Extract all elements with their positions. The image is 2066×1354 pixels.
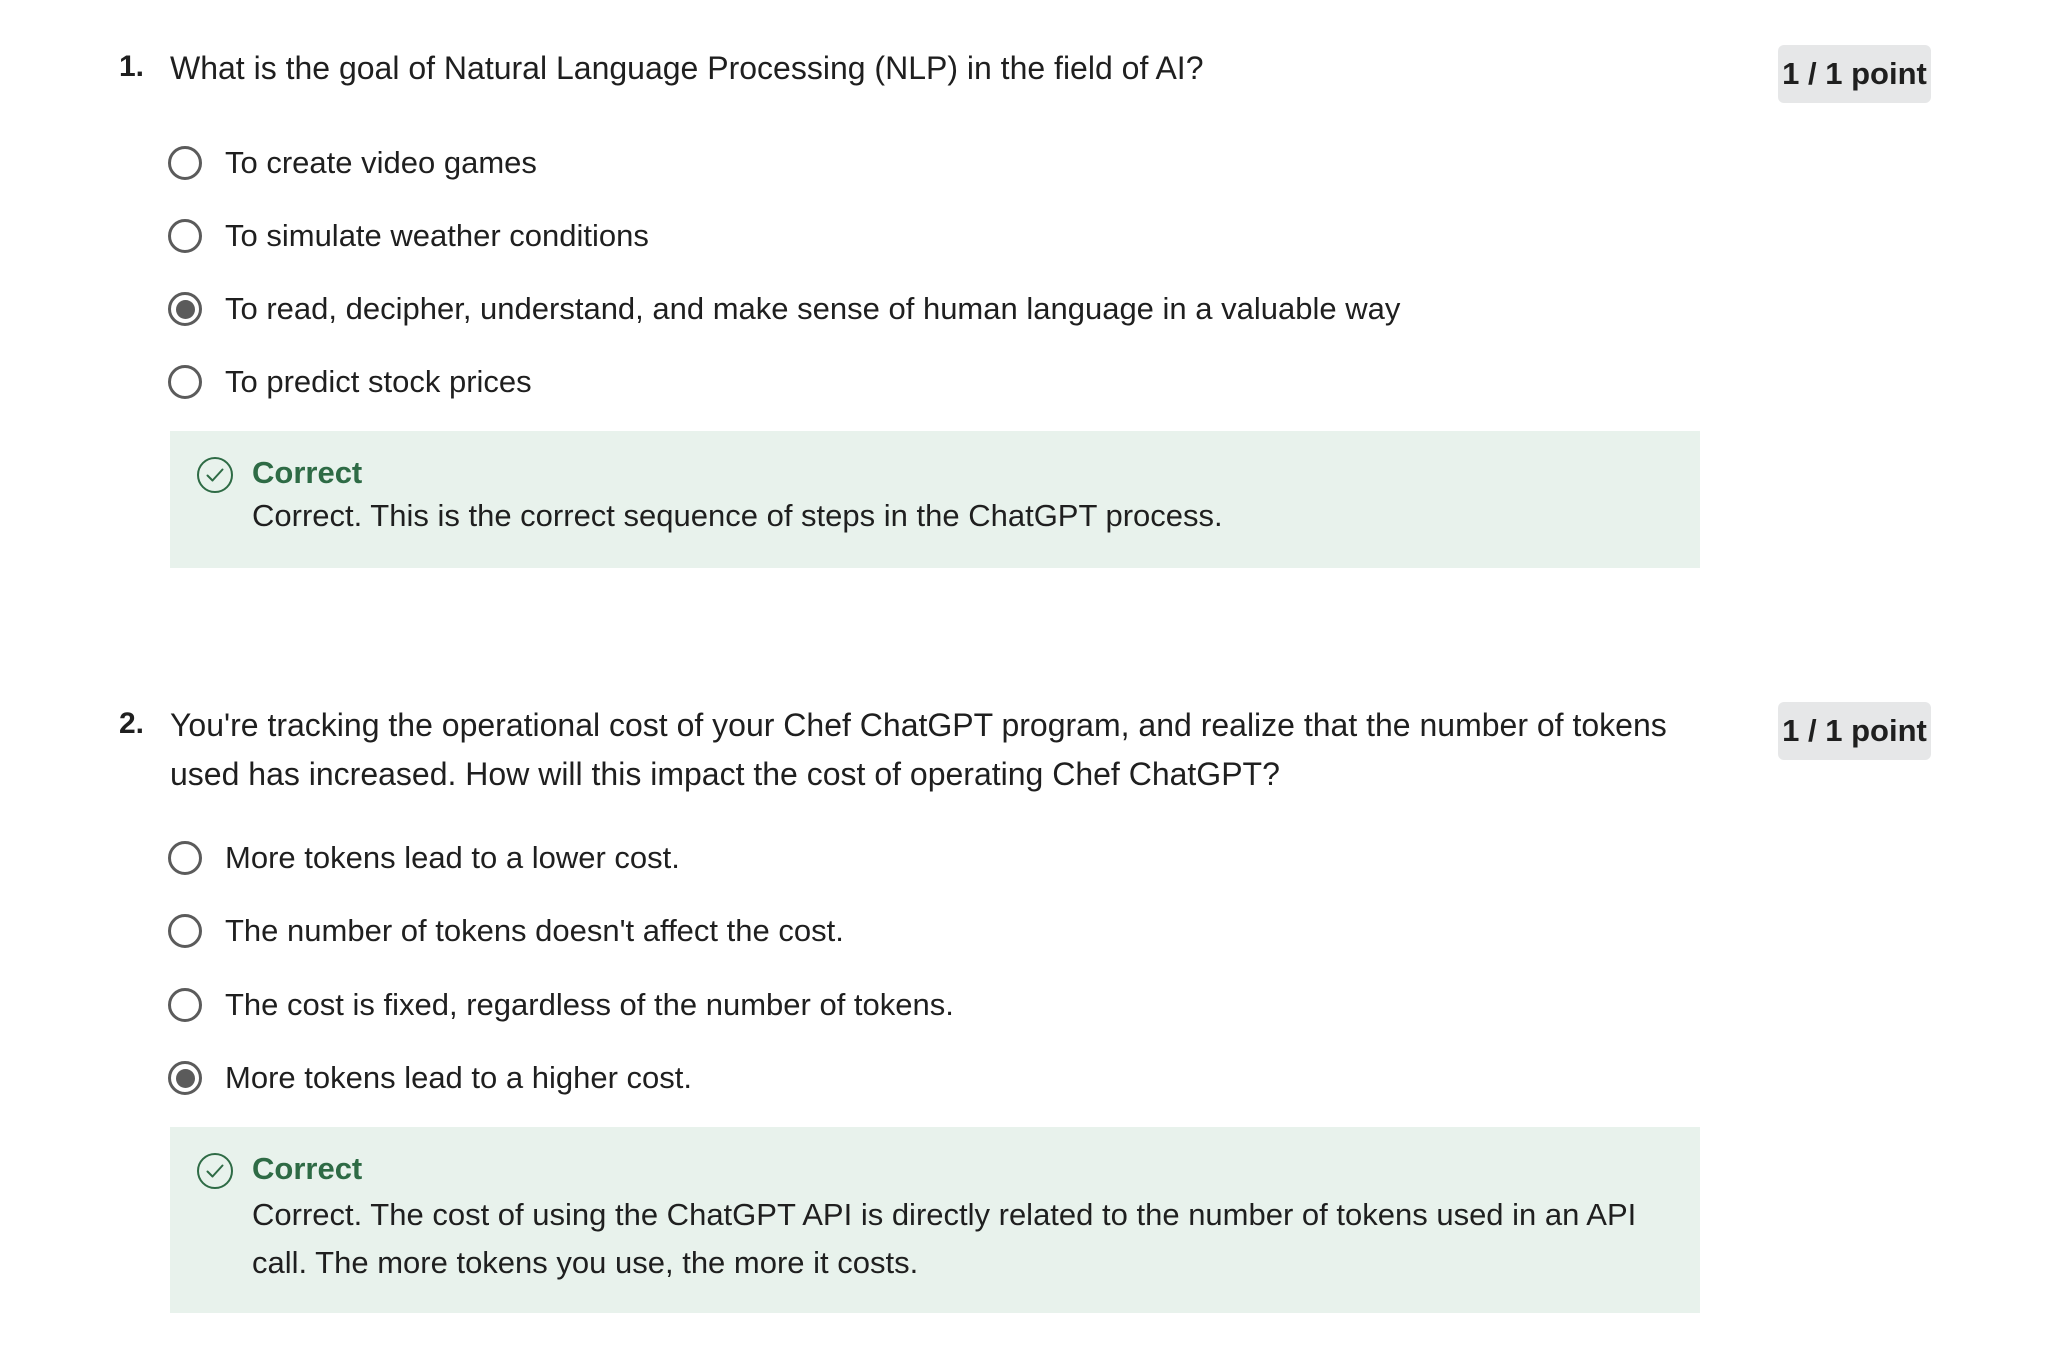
radio-button[interactable] xyxy=(168,988,202,1022)
option-label: More tokens lead to a lower cost. xyxy=(225,840,680,875)
answer-option[interactable]: More tokens lead to a higher cost. xyxy=(168,1056,692,1100)
answer-option[interactable]: To create video games xyxy=(168,141,537,185)
answer-option[interactable]: The number of tokens doesn't affect the … xyxy=(168,909,844,953)
option-label: The cost is fixed, regardless of the num… xyxy=(225,987,954,1022)
points-badge: 1 / 1 point xyxy=(1778,702,1931,760)
option-label: To create video games xyxy=(225,145,537,180)
check-circle-icon xyxy=(197,457,233,493)
option-label: The number of tokens doesn't affect the … xyxy=(225,913,844,948)
radio-button[interactable] xyxy=(168,914,202,948)
question-number: 2. xyxy=(119,707,145,740)
radio-button[interactable] xyxy=(168,219,202,253)
option-label: To simulate weather conditions xyxy=(225,218,649,253)
feedback-panel: Correct Correct. The cost of using the C… xyxy=(170,1127,1700,1313)
radio-button[interactable] xyxy=(168,146,202,180)
answer-option[interactable]: The cost is fixed, regardless of the num… xyxy=(168,983,954,1027)
answer-option[interactable]: More tokens lead to a lower cost. xyxy=(168,836,680,880)
question-text: You're tracking the operational cost of … xyxy=(170,707,1667,792)
feedback-title: Correct xyxy=(252,1151,363,1186)
question-number: 1. xyxy=(119,50,145,83)
check-circle-icon xyxy=(197,1153,233,1189)
feedback-panel: Correct Correct. This is the correct seq… xyxy=(170,431,1700,568)
radio-button-selected[interactable] xyxy=(168,1061,202,1095)
feedback-text: Correct. The cost of using the ChatGPT A… xyxy=(252,1197,1637,1280)
radio-button[interactable] xyxy=(168,365,202,399)
radio-button-selected[interactable] xyxy=(168,292,202,326)
answer-option[interactable]: To predict stock prices xyxy=(168,360,532,404)
feedback-text: Correct. This is the correct sequence of… xyxy=(252,498,1223,533)
answer-option[interactable]: To simulate weather conditions xyxy=(168,214,649,258)
option-label: More tokens lead to a higher cost. xyxy=(225,1060,692,1095)
question-text: What is the goal of Natural Language Pro… xyxy=(170,50,1204,86)
points-badge: 1 / 1 point xyxy=(1778,45,1931,103)
feedback-title: Correct xyxy=(252,455,363,490)
answer-option[interactable]: To read, decipher, understand, and make … xyxy=(168,287,1400,331)
radio-button[interactable] xyxy=(168,841,202,875)
option-label: To read, decipher, understand, and make … xyxy=(225,291,1401,326)
option-label: To predict stock prices xyxy=(225,364,532,399)
